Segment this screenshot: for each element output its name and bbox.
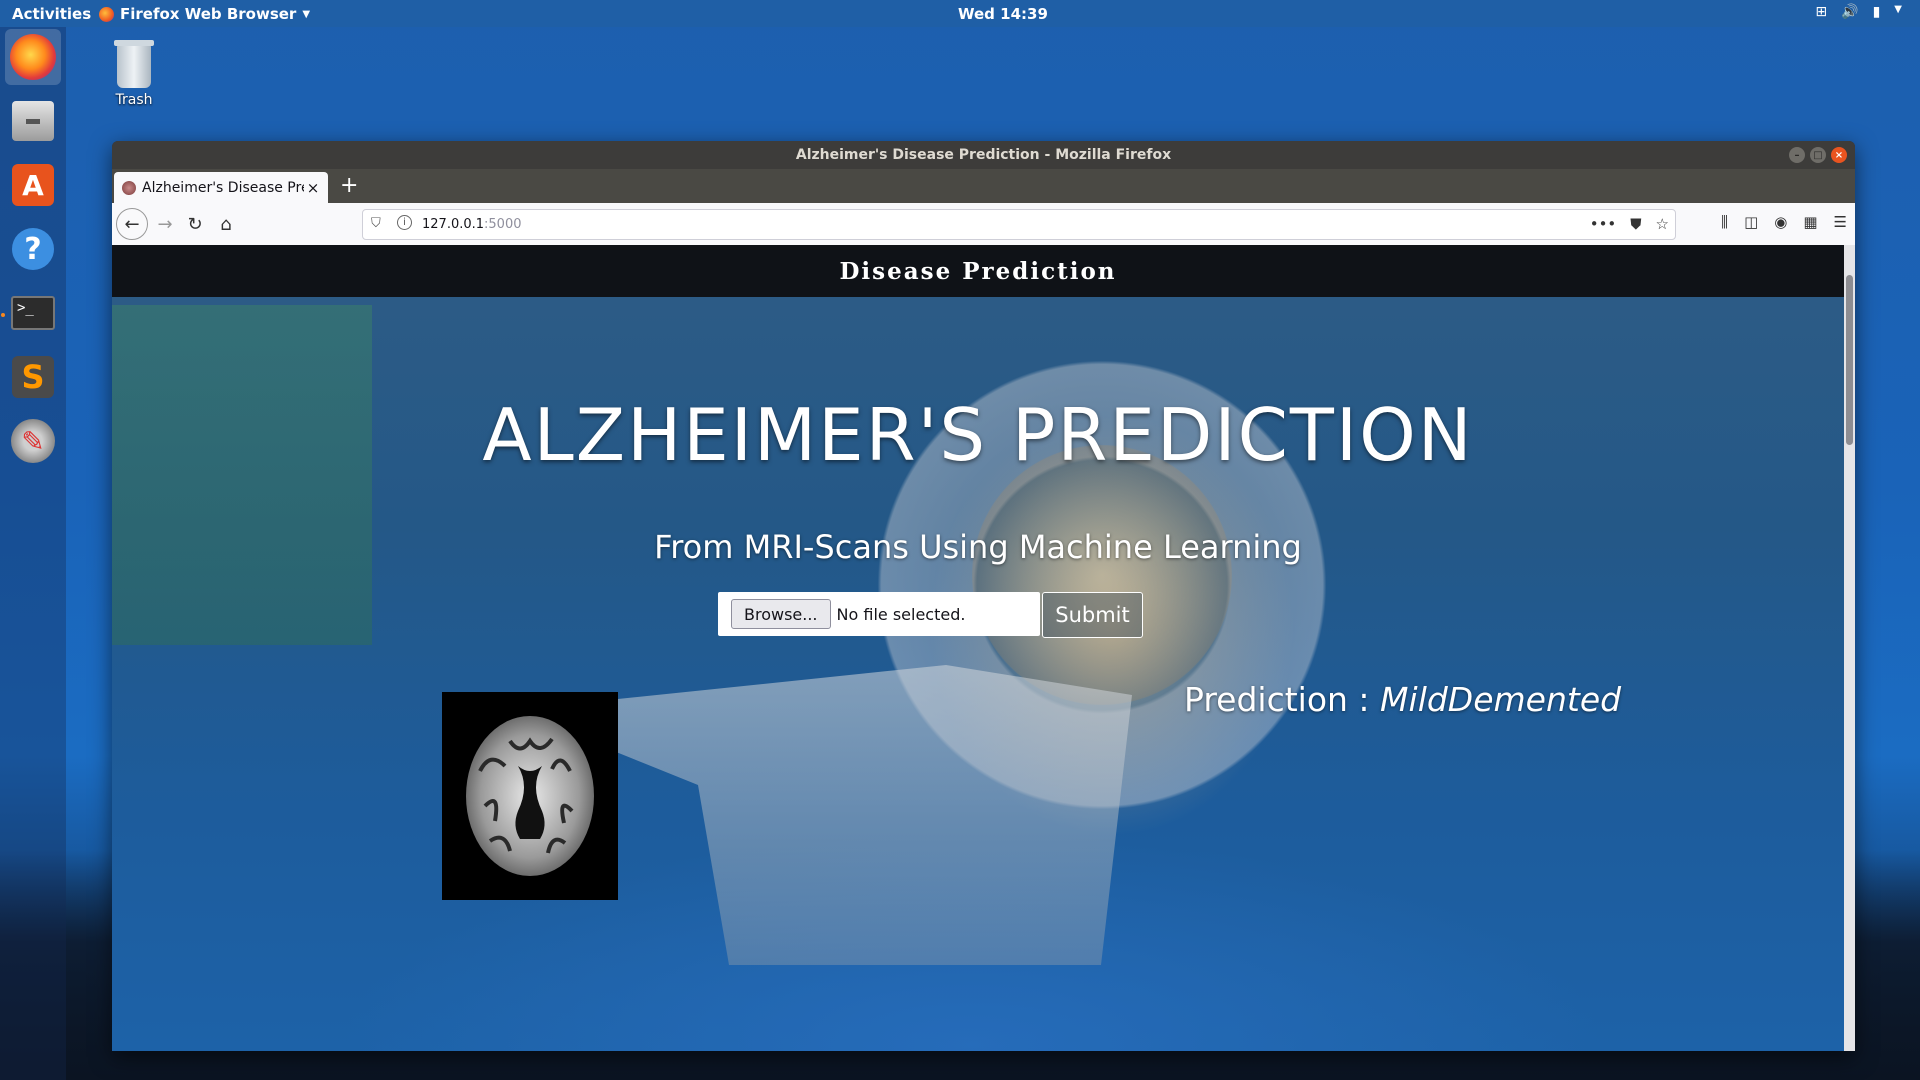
trash-icon (114, 40, 154, 88)
url-text[interactable]: 127.0.0.1:5000 (422, 217, 522, 232)
dock-sublime-text[interactable]: S (5, 349, 61, 405)
sublime-text-icon: S (12, 356, 54, 398)
software-center-icon: A (12, 164, 54, 206)
site-info-icon[interactable]: i (397, 215, 412, 230)
mri-bore-background (972, 445, 1232, 705)
system-tray[interactable]: ⊞ 🔊 ▮ ▼ (1815, 4, 1902, 20)
hero-title: ALZHEIMER'S PREDICTION (482, 393, 1474, 477)
chevron-down-icon[interactable]: ▼ (1894, 4, 1902, 20)
dock-terminal[interactable]: >_ (5, 285, 61, 341)
pocket-icon[interactable]: ⛊ (1630, 215, 1641, 233)
close-window-button[interactable]: × (1831, 147, 1847, 163)
web-page: Disease Prediction ALZHEIMER'S PREDICTIO… (112, 245, 1844, 1051)
sidebar-icon[interactable]: ◫ (1744, 213, 1758, 231)
files-icon (12, 101, 54, 141)
library-icon[interactable]: ⫼ (1721, 213, 1728, 231)
browse-button[interactable]: Browse... (731, 599, 831, 629)
navigation-bar: ← → ↻ ⌂ ⛉ i 127.0.0.1:5000 ••• ⛊ ☆ ⫼ ◫ ◉… (112, 203, 1855, 246)
prediction-label: Prediction : (1184, 680, 1381, 719)
tab-label: Alzheimer's Disease Prediction (142, 179, 304, 196)
window-title: Alzheimer's Disease Prediction - Mozilla… (795, 147, 1172, 163)
chevron-down-icon: ▼ (302, 8, 311, 20)
activities-button[interactable]: Activities (12, 5, 91, 23)
terminal-icon: >_ (11, 296, 55, 330)
reload-button[interactable]: ↻ (182, 211, 208, 237)
top-bar: Activities Firefox Web Browser ▼ Wed 14:… (0, 0, 1920, 27)
battery-icon[interactable]: ▮ (1873, 4, 1881, 20)
close-tab-icon[interactable]: × (304, 179, 322, 197)
bookmark-star-icon[interactable]: ☆ (1656, 215, 1669, 233)
tab-strip: Alzheimer's Disease Prediction × + (112, 169, 1855, 203)
back-button[interactable]: ← (116, 208, 148, 240)
hero-subtitle: From MRI-Scans Using Machine Learning (654, 528, 1302, 566)
submit-button[interactable]: Submit (1042, 592, 1143, 638)
clock[interactable]: Wed 14:39 (958, 5, 1048, 23)
hamburger-menu-icon[interactable]: ☰ (1834, 213, 1847, 231)
dock-software-center[interactable]: A (5, 157, 61, 213)
forward-button[interactable]: → (152, 211, 178, 237)
new-tab-button[interactable]: + (340, 173, 358, 198)
app-menu-label: Firefox Web Browser (120, 5, 297, 23)
prediction-value: MildDemented (1380, 680, 1622, 719)
mri-scan-image (442, 692, 618, 900)
network-icon[interactable]: ⊞ (1815, 4, 1827, 20)
extensions-icon[interactable]: ▦ (1803, 213, 1817, 231)
home-button[interactable]: ⌂ (213, 211, 239, 237)
window-titlebar[interactable]: Alzheimer's Disease Prediction - Mozilla… (112, 141, 1855, 169)
firefox-window: Alzheimer's Disease Prediction - Mozilla… (112, 141, 1855, 1051)
dock-files[interactable] (5, 93, 61, 149)
brain-scan-icon (466, 716, 594, 876)
minimize-button[interactable]: – (1789, 147, 1805, 163)
file-status: No file selected. (836, 604, 966, 624)
url-bar[interactable]: ⛉ i 127.0.0.1:5000 ••• ⛊ ☆ (362, 209, 1676, 240)
prediction-result: Prediction : MildDemented (1184, 680, 1621, 719)
firefox-icon (10, 34, 56, 80)
maximize-button[interactable]: □ (1810, 147, 1826, 163)
dock: A ? >_ S ✎ (0, 27, 66, 1080)
app-menu[interactable]: Firefox Web Browser ▼ (99, 5, 310, 23)
trash-label: Trash (115, 92, 153, 108)
dock-system-tools[interactable]: ✎ (5, 413, 61, 469)
account-icon[interactable]: ◉ (1774, 213, 1787, 231)
trash-desktop-icon[interactable]: Trash (106, 40, 162, 108)
scrollbar-thumb[interactable] (1846, 275, 1853, 445)
help-icon: ? (12, 228, 54, 270)
page-actions-icon[interactable]: ••• (1590, 215, 1617, 233)
volume-icon[interactable]: 🔊 (1841, 4, 1858, 20)
brain-favicon-icon (122, 180, 136, 195)
dock-firefox[interactable] (5, 29, 61, 85)
tab-alzheimers[interactable]: Alzheimer's Disease Prediction × (114, 172, 328, 203)
file-input[interactable]: Browse... No file selected. (718, 592, 1040, 636)
dock-help[interactable]: ? (5, 221, 61, 277)
site-header: Disease Prediction (112, 245, 1844, 297)
page-scrollbar[interactable] (1844, 245, 1855, 1051)
tracking-shield-icon[interactable]: ⛉ (371, 216, 381, 231)
wrench-icon: ✎ (11, 419, 55, 463)
site-brand[interactable]: Disease Prediction (839, 258, 1116, 285)
firefox-icon (99, 6, 114, 22)
